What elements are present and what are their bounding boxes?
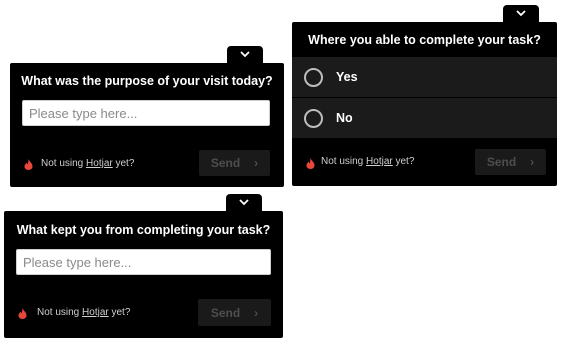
hotjar-link[interactable]: Hotjar [366,156,393,167]
send-label: Send [486,155,517,169]
send-label: Send [210,305,241,320]
answer-input[interactable] [22,100,270,126]
chevron-down-icon [240,51,250,58]
hotjar-link[interactable]: Hotjar [82,307,109,318]
feedback-widget-kept: What kept you from completing your task?… [4,194,283,338]
feedback-widget-complete: Where you able to complete your task? Ye… [292,5,557,186]
option-yes[interactable]: Yes [292,57,557,97]
answer-input[interactable] [16,249,271,275]
survey-question: Where you able to complete your task? [308,33,541,47]
hotjar-promo: Not using Hotjar yet? [321,156,414,167]
promo-prefix: Not using [37,307,83,318]
survey-question: What kept you from completing your task? [16,223,271,237]
chevron-down-icon [516,10,526,17]
send-label: Send [210,156,241,170]
chevron-right-icon: › [254,156,259,170]
promo-prefix: Not using [321,156,367,167]
survey-panel: Where you able to complete your task? Ye… [292,22,557,186]
chevron-right-icon: › [254,305,259,320]
promo-suffix: yet? [108,307,131,318]
chevron-down-icon [239,199,249,206]
chevron-right-icon: › [530,155,535,169]
collapse-tab[interactable] [227,46,263,63]
hotjar-promo: Not using Hotjar yet? [41,158,134,169]
option-label: No [336,111,353,125]
send-button[interactable]: Send › [198,299,271,326]
fire-icon [306,158,315,169]
survey-question: What was the purpose of your visit today… [21,74,273,88]
survey-panel: What was the purpose of your visit today… [10,63,284,187]
feedback-widget-purpose: What was the purpose of your visit today… [10,46,284,187]
fire-icon [24,159,33,170]
send-button[interactable]: Send › [475,149,546,175]
collapse-tab[interactable] [503,5,539,22]
hotjar-link[interactable]: Hotjar [86,158,113,169]
radio-button[interactable] [304,108,323,128]
radio-button[interactable] [304,67,323,87]
option-no[interactable]: No [292,98,557,138]
promo-suffix: yet? [392,156,415,167]
promo-suffix: yet? [112,158,135,169]
option-label: Yes [336,70,358,84]
send-button[interactable]: Send › [199,150,270,176]
collapse-tab[interactable] [226,194,262,211]
hotjar-promo: Not using Hotjar yet? [37,307,130,318]
promo-prefix: Not using [41,158,87,169]
fire-icon [18,308,27,319]
survey-panel: What kept you from completing your task?… [4,211,283,338]
